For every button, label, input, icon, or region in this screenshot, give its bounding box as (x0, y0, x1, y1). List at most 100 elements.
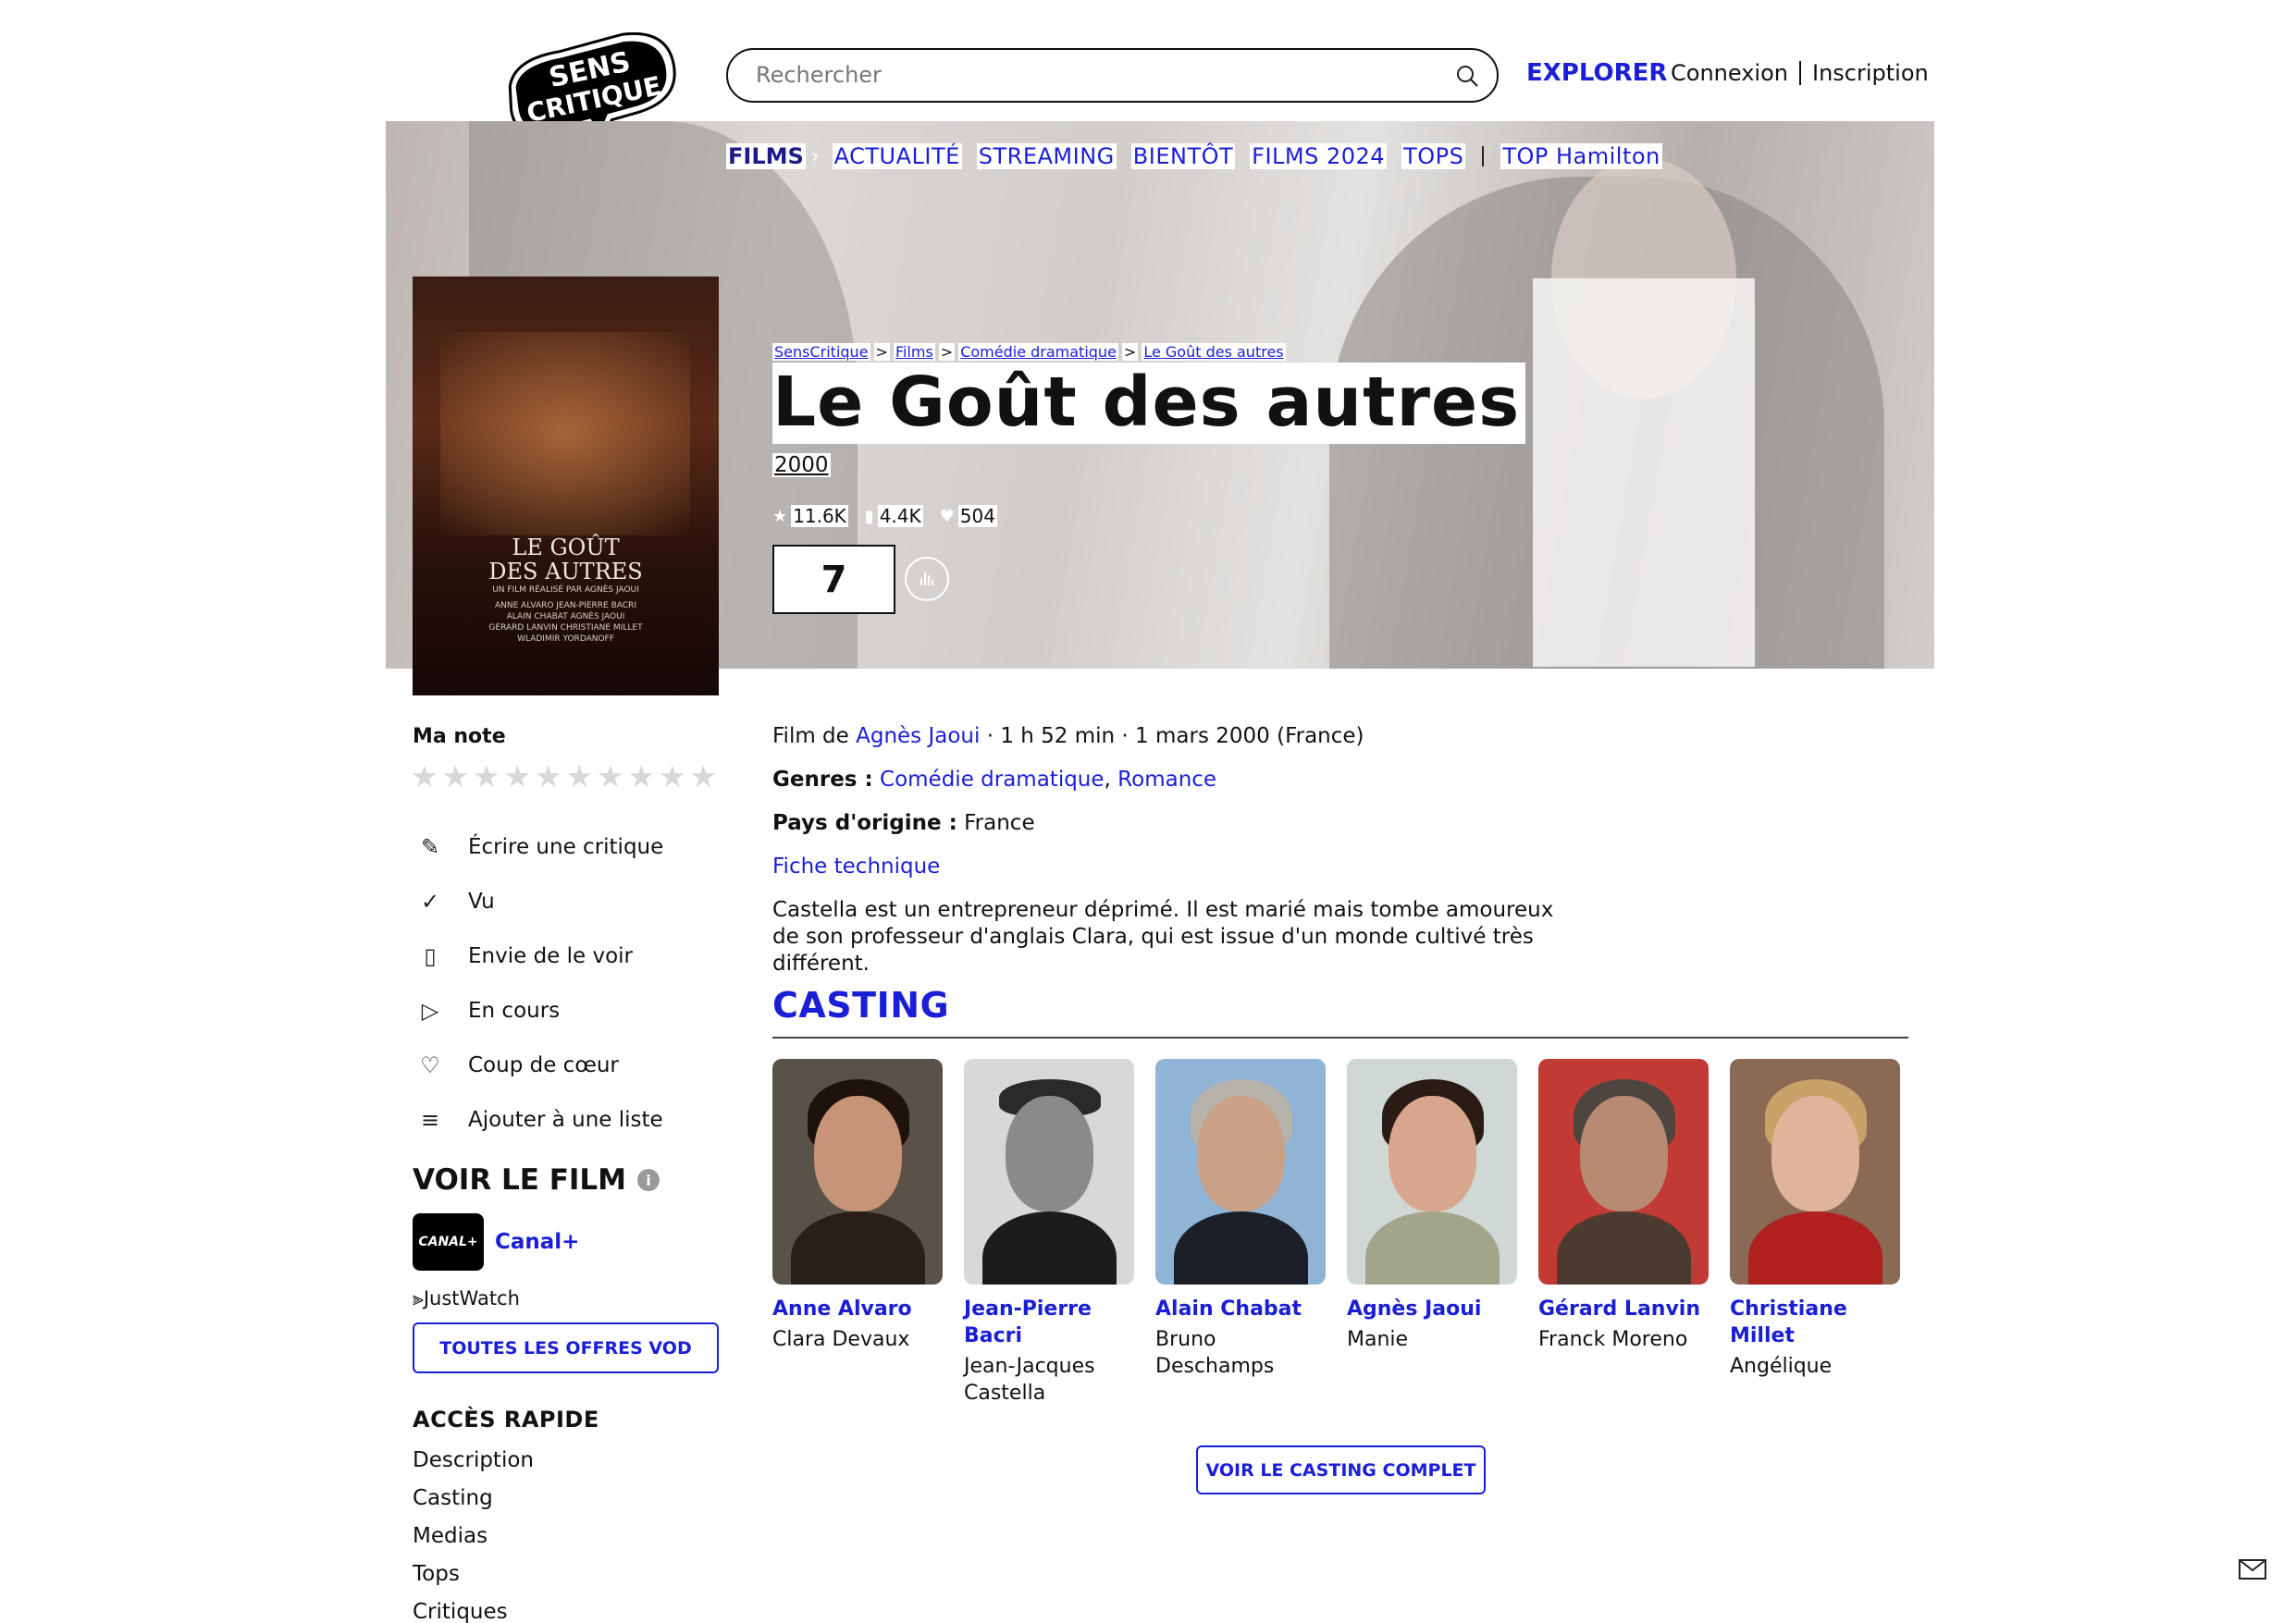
heart-icon: ♥ (939, 506, 955, 526)
bookmark-icon: ▮ (864, 506, 874, 526)
breadcrumb-current[interactable]: Le Goût des autres (1142, 343, 1286, 361)
quick-link-tops[interactable]: Tops (413, 1562, 534, 1600)
signup-link[interactable]: Inscription (1812, 60, 1929, 86)
movie-year[interactable]: 2000 (772, 453, 831, 477)
auth-links: Connexion Inscription (1671, 60, 1929, 86)
full-casting-button[interactable]: VOIR LE CASTING COMPLET (1196, 1445, 1486, 1494)
mail-icon[interactable] (2239, 1559, 2266, 1580)
actor-role: Clara Devaux (772, 1328, 910, 1351)
action-wishlist[interactable]: ▯ Envie de le voir (416, 928, 663, 983)
nav-actualite[interactable]: ACTUALITÉ (832, 143, 962, 169)
login-link[interactable]: Connexion (1671, 60, 1788, 86)
actor-photo[interactable] (1155, 1059, 1326, 1285)
genres-line: Genres : Comédie dramatique, Romance (772, 768, 1217, 792)
rating-star-icon[interactable]: ★ (535, 758, 566, 794)
breadcrumb-senscritique[interactable]: SensCritique (772, 343, 870, 361)
rating-star-icon[interactable]: ★ (442, 758, 474, 794)
provider-name[interactable]: Canal+ (495, 1230, 579, 1254)
actor-name[interactable]: Jean-Pierre Bacri (964, 1296, 1134, 1349)
rating-star-icon[interactable]: ★ (659, 758, 690, 794)
cast-card[interactable]: Anne Alvaro Clara Devaux (772, 1059, 943, 1407)
cast-card[interactable]: Gérard Lanvin Franck Moreno (1538, 1059, 1709, 1407)
info-icon[interactable]: i (637, 1169, 660, 1191)
nav-bientot[interactable]: BIENTÔT (1130, 143, 1236, 169)
all-vod-offers-button[interactable]: TOUTES LES OFFRES VOD (413, 1322, 719, 1373)
search-input[interactable]: Rechercher (726, 48, 1499, 103)
rating-star-icon[interactable]: ★ (628, 758, 660, 794)
nav-films-2024[interactable]: FILMS 2024 (1250, 143, 1388, 169)
quick-link-casting[interactable]: Casting (413, 1486, 534, 1524)
quick-link-medias[interactable]: Medias (413, 1524, 534, 1562)
actor-role: Manie (1347, 1328, 1409, 1351)
technical-sheet-link[interactable]: Fiche technique (772, 854, 1929, 879)
cast-card[interactable]: Agnès Jaoui Manie (1347, 1059, 1517, 1407)
cast-card[interactable]: Christiane Millet Angélique (1730, 1059, 1900, 1407)
actor-name[interactable]: Christiane Millet (1730, 1296, 1900, 1349)
director-line: Film de Agnès Jaoui · 1 h 52 min · 1 mar… (772, 724, 1364, 748)
my-rating-label: Ma note (413, 725, 506, 748)
quick-link-description[interactable]: Description (413, 1448, 534, 1486)
actor-photo[interactable] (772, 1059, 943, 1285)
movie-details: Film de Agnès Jaoui · 1 h 52 min · 1 mar… (772, 723, 1929, 977)
rating-star-icon[interactable]: ★ (504, 758, 536, 794)
cast-card[interactable]: Jean-Pierre Bacri Jean-Jacques Castella (964, 1059, 1134, 1407)
actor-photo[interactable] (1347, 1059, 1517, 1285)
action-add-to-list[interactable]: ≡ Ajouter à une liste (416, 1092, 663, 1147)
actor-name[interactable]: Agnès Jaoui (1347, 1296, 1517, 1322)
user-actions: ✎ Écrire une critique ✓ Vu ▯ Envie de le vo… (416, 819, 663, 1147)
provider-canal[interactable]: CANAL+ Canal+ (413, 1213, 579, 1271)
casting-title: CASTING (772, 985, 950, 1026)
list-add-icon: ≡ (420, 1106, 440, 1133)
movie-poster[interactable]: LE GOÛT DES AUTRES UN FILM RÉALISÉ PAR A… (413, 277, 719, 695)
action-in-progress[interactable]: ▷ En cours (416, 983, 663, 1038)
actor-photo[interactable] (1538, 1059, 1709, 1285)
breadcrumb-films[interactable]: Films (893, 343, 935, 361)
nav-top-hamilton[interactable]: TOP Hamilton (1500, 143, 1662, 169)
rating-star-icon[interactable]: ★ (597, 758, 628, 794)
actor-photo[interactable] (1730, 1059, 1900, 1285)
cast-card[interactable]: Alain Chabat Bruno Deschamps (1155, 1059, 1326, 1407)
watch-section-title: VOIR LE FILM i (413, 1163, 660, 1197)
nav-tops[interactable]: TOPS (1401, 143, 1466, 169)
rating-distribution-button[interactable] (905, 557, 949, 601)
action-write-review[interactable]: ✎ Écrire une critique (416, 819, 663, 874)
actor-photo[interactable] (964, 1059, 1134, 1285)
nav-streaming[interactable]: STREAMING (976, 143, 1117, 169)
play-icon: ▷ (421, 997, 439, 1024)
action-seen[interactable]: ✓ Vu (416, 874, 663, 928)
auth-divider (1798, 61, 1801, 85)
quick-link-critiques[interactable]: Critiques (413, 1600, 534, 1623)
justwatch-logo[interactable]: ⫸JustWatch (413, 1287, 520, 1310)
genre-link[interactable]: Comédie dramatique (880, 768, 1105, 792)
rating-star-icon[interactable]: ★ (473, 758, 504, 794)
movie-stats: ★ 11.6K ▮ 4.4K ♥ 504 (772, 505, 1014, 527)
likes-count: 504 (957, 505, 997, 527)
rating-star-icon[interactable]: ★ (690, 758, 722, 794)
actor-name[interactable]: Alain Chabat (1155, 1296, 1326, 1322)
country-line: Pays d'origine : France (772, 811, 1035, 835)
breadcrumb-genre[interactable]: Comédie dramatique (958, 343, 1118, 361)
quick-access-links: Description Casting Medias Tops Critique… (413, 1448, 534, 1623)
ratings-count: 11.6K (791, 505, 848, 527)
actor-name[interactable]: Anne Alvaro (772, 1296, 943, 1322)
page-title: Le Goût des autres (772, 363, 1526, 444)
casting-divider (772, 1037, 1908, 1039)
director-link[interactable]: Agnès Jaoui (856, 724, 980, 748)
rating-star-icon[interactable]: ★ (411, 758, 442, 794)
nav-films[interactable]: FILMS (726, 143, 806, 169)
explorer-link[interactable]: EXPLORER (1526, 59, 1667, 87)
poster-subtitle: UN FILM RÉALISÉ PAR AGNÈS JAOUI (492, 585, 639, 595)
action-favorite[interactable]: ♡ Coup de cœur (416, 1038, 663, 1092)
star-icon: ★ (772, 506, 788, 526)
rating-stars[interactable]: ★ ★ ★ ★ ★ ★ ★ ★ ★ ★ (411, 758, 721, 794)
main-nav: FILMS › ACTUALITÉ STREAMING BIENTÔT FILM… (726, 143, 1677, 169)
actor-role: Franck Moreno (1538, 1328, 1688, 1351)
pencil-icon: ✎ (420, 833, 440, 860)
canal-plus-logo: CANAL+ (413, 1213, 484, 1271)
genre-link[interactable]: Romance (1117, 768, 1216, 792)
heart-icon: ♡ (420, 1051, 440, 1078)
rating-star-icon[interactable]: ★ (566, 758, 598, 794)
search-icon[interactable] (1454, 63, 1480, 89)
actor-name[interactable]: Gérard Lanvin (1538, 1296, 1709, 1322)
synopsis: Castella est un entrepreneur déprimé. Il… (772, 898, 1554, 976)
